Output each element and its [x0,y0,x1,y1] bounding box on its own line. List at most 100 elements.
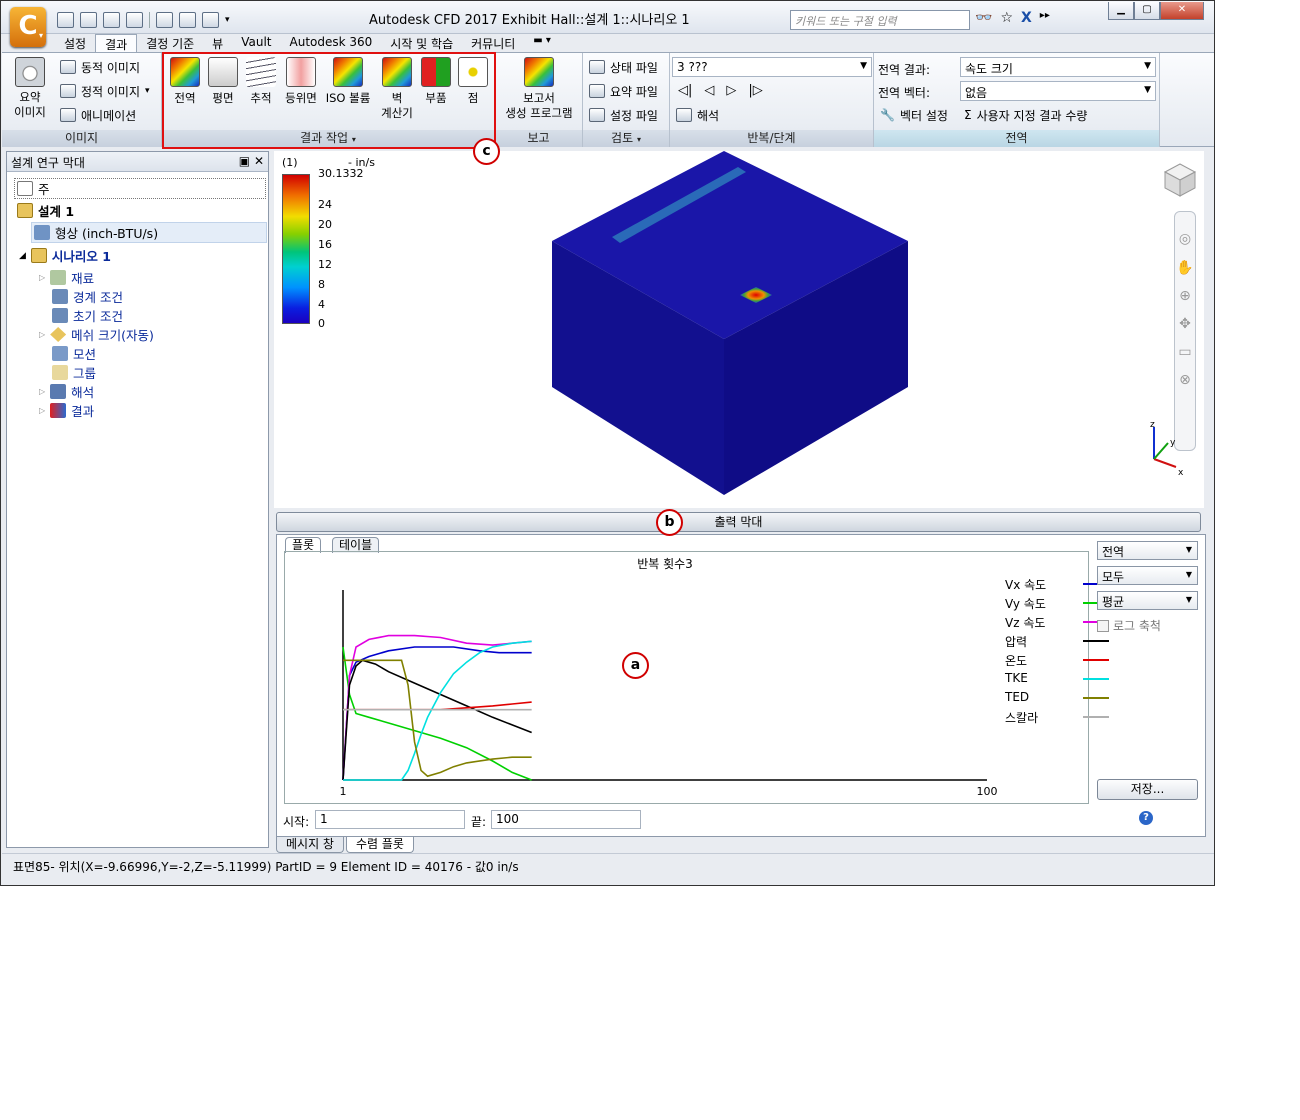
tree-item-results[interactable]: ▷ 결과 [39,401,94,420]
iteration-selector[interactable]: 3 ??? ▼ [672,57,872,77]
save-icon[interactable] [103,12,120,28]
output-bar-header[interactable]: 출력 막대 [276,512,1201,532]
tree-item-materials[interactable]: ▷ 재료 [39,268,94,287]
view-cube-icon[interactable] [179,12,196,28]
tab-autodesk-360[interactable]: Autodesk 360 [281,34,382,52]
convergence-plot-area[interactable]: 반복 횟수3 1 100 Vx 속도 Vy 속도 Vz 속도 압력 온도 TKE TED 스칼… [284,551,1109,804]
star-icon[interactable]: ☆ [1000,10,1013,26]
tree-item-label: 형상 (inch-BTU/s) [55,226,159,241]
tree-item-geometry[interactable]: 형상 (inch-BTU/s) [31,222,267,243]
customize-qat-icon[interactable]: ▾ [225,15,230,25]
filter-select[interactable]: 모두 ▼ [1097,566,1198,585]
tab-getting-started[interactable]: 시작 및 학습 [381,34,462,52]
save-all-icon[interactable] [126,12,143,28]
global-vector-value: 없음 [965,86,988,100]
tree-item-boundary-conditions[interactable]: 경계 조건 [52,287,123,306]
tree-item-main[interactable]: 주 [14,178,266,199]
ribbon-minimize-icon[interactable]: ▬ ▾ [524,34,560,52]
tree-item-solve[interactable]: ▷ 해석 [39,382,94,401]
log-scale-checkbox[interactable]: 로그 축척 [1097,617,1161,634]
tab-setup[interactable]: 설정 [55,34,95,52]
display-mode-icon[interactable] [202,12,219,28]
chevron-down-icon: ▾ [39,31,44,40]
report-generator-button[interactable]: 보고서 생성 프로그램 [497,57,581,121]
tree-item-design[interactable]: 설계 1 [17,201,74,220]
summary-file-button[interactable]: 요약 파일 [589,82,658,100]
status-bar: 표면85- 위치(X=-9.66996,Y=-2,Z=-5.11999) Par… [2,853,1214,885]
view-cube[interactable] [1161,161,1199,199]
setup-file-button[interactable]: 설정 파일 [589,106,658,124]
legend-swatch [1083,678,1109,680]
tab-results[interactable]: 결과 [95,34,138,52]
float-icon[interactable]: ▣ [239,154,250,168]
tab-message-window[interactable]: 메시지 창 [276,837,344,853]
pan-icon[interactable]: ✋ [1175,254,1195,282]
tab-community[interactable]: 커뮤니티 [462,34,524,52]
graphics-viewport[interactable]: (1) - in/s 30.1332 24 20 16 12 8 4 0 ◎ ✋… [274,151,1204,508]
global-group-label: 전역 [874,130,1159,147]
collapsed-arrow-icon: ▷ [39,273,46,282]
statistic-select[interactable]: 평균 ▼ [1097,591,1198,610]
quick-access-toolbar: ▾ [57,11,230,29]
legend-tick: 4 [318,298,325,311]
next-step-icon[interactable]: ▷ [726,83,736,98]
open-folder-icon[interactable] [80,12,97,28]
axis-x-label: x [1178,468,1184,478]
new-file-icon[interactable] [57,12,74,28]
solve-icon [50,384,67,399]
close-icon[interactable]: ✕ [1160,2,1204,20]
report-label-2: 생성 프로그램 [505,106,573,120]
cfd-model-cube[interactable] [544,151,914,499]
save-button[interactable]: 저장... [1097,779,1198,800]
more-icon[interactable]: ▸▸ [1040,10,1050,26]
tab-vault[interactable]: Vault [232,34,280,52]
cursor-select-icon[interactable] [156,12,173,28]
binoculars-icon[interactable]: 👓 [975,10,992,26]
animation-label: 애니메이션 [81,108,137,123]
legend-swatch [1083,640,1109,642]
zoom-icon[interactable]: ⊕ [1175,282,1195,310]
vector-settings-button[interactable]: 🔧 벡터 설정 [880,106,948,124]
tree-item-groups[interactable]: 그룹 [52,363,96,382]
tab-decision-center[interactable]: 결정 기준 [137,34,203,52]
tab-convergence-plot[interactable]: 수렴 플롯 [345,837,414,853]
maximize-icon[interactable]: ▢ [1134,2,1160,20]
status-file-button[interactable]: 상태 파일 [589,58,658,76]
review-group-label[interactable]: 검토 ▾ [583,130,669,147]
convergence-chart: 반복 횟수3 1 100 [340,557,998,798]
report-group: 보고서 생성 프로그램 보고 [495,53,583,147]
start-input[interactable]: 1 [315,810,465,829]
scope-select[interactable]: 전역 ▼ [1097,541,1198,560]
custom-quantity-button[interactable]: Σ 사용자 지정 결과 수량 [964,106,1087,124]
tree-item-scenario[interactable]: ◢ 시나리오 1 [19,246,111,265]
steering-wheel-icon[interactable]: ◎ [1175,224,1195,254]
orbit-icon[interactable]: ✥ [1175,310,1195,338]
previous-step-icon[interactable]: ◁ [704,83,714,98]
application-menu-button[interactable]: C [10,7,46,47]
analysis-button[interactable]: 해석 [676,106,719,124]
help-icon[interactable]: ? [1139,811,1153,825]
ribbon-tabs: 설정 결과 결정 기준 뷰 Vault Autodesk 360 시작 및 학습… [55,34,560,52]
tree-item-initial-conditions[interactable]: 초기 조건 [52,306,123,325]
legend-tick: 24 [318,198,332,211]
dynamic-image-button[interactable]: 동적 이미지 [60,58,140,76]
tab-view[interactable]: 뷰 [203,34,232,52]
sigma-icon: Σ [964,108,972,122]
show-motion-icon[interactable]: ⊗ [1175,366,1195,394]
global-vector-dropdown[interactable]: 없음 ▼ [960,81,1156,101]
minimize-icon[interactable]: ▁ [1108,2,1134,20]
animation-button[interactable]: 애니메이션 [60,106,136,124]
collapsed-arrow-icon: ▷ [39,330,46,339]
look-icon[interactable]: ▭ [1175,338,1195,366]
tree-item-motion[interactable]: 모션 [52,344,96,363]
end-input[interactable]: 100 [491,810,641,829]
exchange-icon[interactable]: X [1021,10,1032,26]
summary-image-button[interactable]: 요약 이미지 [8,57,52,120]
first-step-icon[interactable]: ◁| [678,83,692,98]
search-input[interactable]: 키워드 또는 구절 입력 [790,10,970,30]
close-icon[interactable]: ✕ [254,154,264,168]
global-result-dropdown[interactable]: 속도 크기 ▼ [960,57,1156,77]
static-image-button[interactable]: 정적 이미지 ▾ [60,82,150,100]
tree-item-mesh-size[interactable]: ▷ 메쉬 크기(자동) [39,325,154,344]
last-step-icon[interactable]: |▷ [748,83,762,98]
